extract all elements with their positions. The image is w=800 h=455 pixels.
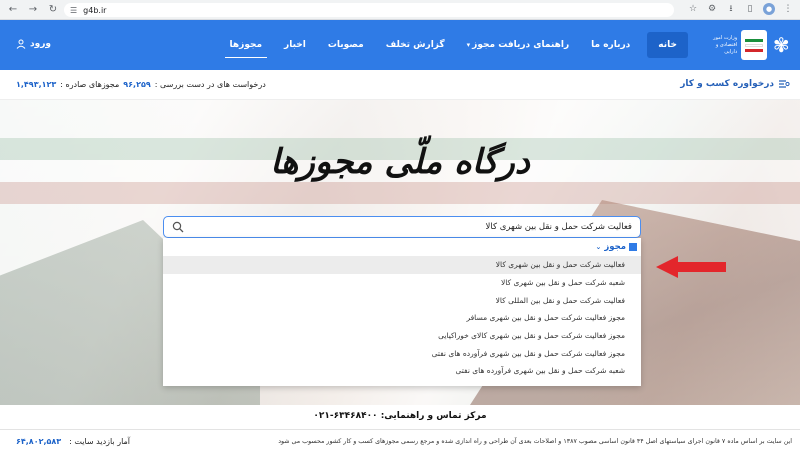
emblem-icon: ✾ <box>772 33 790 57</box>
nav-home[interactable]: خانه <box>647 32 688 58</box>
extension-icon[interactable]: ⚙ <box>706 3 718 15</box>
category-label: مجوز <box>604 242 626 252</box>
site-info-icon[interactable]: ☰ <box>70 6 77 15</box>
request-counts: درخواست های در دست بررسی : ۹۶,۲۵۹ مجوزها… <box>16 80 266 89</box>
back-icon[interactable]: ← <box>6 3 20 17</box>
download-icon[interactable]: ⭳ <box>725 3 737 15</box>
forward-icon[interactable]: → <box>26 3 40 17</box>
chevron-down-icon: ▾ <box>466 41 471 49</box>
stats-bar: درخواوره کسب و کار درخواست های در دست بر… <box>0 70 800 100</box>
url-text: g4b.ir <box>83 5 107 15</box>
reload-icon[interactable]: ↻ <box>46 3 60 17</box>
search-box <box>163 216 641 238</box>
dashboard-link[interactable]: درخواوره کسب و کار <box>680 79 790 89</box>
nav-menu: خانه درباره ما راهنمای دریافت مجوز ▾ گزار… <box>219 20 688 70</box>
nav-news[interactable]: اخبار <box>273 20 317 70</box>
search-input[interactable] <box>200 217 640 237</box>
login-label: ورود <box>30 39 51 49</box>
nav-guide-label: راهنمای دریافت مجوز <box>472 40 570 50</box>
browser-toolbar: ← → ↻ ☰ g4b.ir ☆ ⚙ ⭳ ▯ ● ⋮ <box>0 0 800 20</box>
suggestion-item[interactable]: مجوز فعالیت شرکت حمل و نقل بین شهری مساف… <box>163 309 641 327</box>
suggestion-item[interactable]: شعبه شرکت حمل و نقل بین شهری فرآورده های… <box>163 362 641 380</box>
suggestion-category: مجوز ⌄ <box>163 238 641 256</box>
chevron-down-icon: ⌄ <box>595 243 602 251</box>
nav-licenses[interactable]: مجوزها <box>219 20 274 70</box>
site-logo[interactable]: ✾ وزارت امور اقتصادی و دارایی <box>704 26 792 64</box>
suggestion-item[interactable]: مجوز فعالیت شرکت حمل و نقل بین شهری فرآو… <box>163 344 641 362</box>
logo-caption: وزارت امور اقتصادی و دارایی <box>713 34 738 55</box>
legal-notice: این سایت بر اساس ماده ۷ قانون اجرای سیاس… <box>278 438 792 445</box>
dashboard-icon <box>779 80 790 88</box>
login-button[interactable]: ورود <box>16 39 51 49</box>
nav-guide[interactable]: راهنمای دریافت مجوز ▾ <box>456 20 581 70</box>
contact-label: مرکز تماس و راهنمایی: <box>380 411 487 421</box>
sidebar-icon[interactable]: ▯ <box>744 3 756 15</box>
nav-resolutions[interactable]: مصوبات <box>317 20 375 70</box>
visits-value: ۶۴,۸۰۲,۵۸۳ <box>16 437 62 446</box>
nav-about[interactable]: درباره ما <box>580 20 641 70</box>
search-icon[interactable] <box>172 221 184 233</box>
visit-stats: آمار بازدید سایت : ۶۴,۸۰۲,۵۸۳ <box>16 437 130 446</box>
contact-phone[interactable]: ۰۲۱-۶۳۴۶۸۴۰۰ <box>313 411 377 421</box>
pending-label: درخواست های در دست بررسی : <box>154 80 266 89</box>
issued-label: مجوزهای صادره : <box>60 80 120 89</box>
user-icon <box>16 39 26 49</box>
profile-avatar[interactable]: ● <box>763 3 775 15</box>
category-square-icon <box>629 243 637 251</box>
suggestion-item[interactable]: فعالیت شرکت حمل و نقل بین المللی کالا <box>163 291 641 309</box>
footer: این سایت بر اساس ماده ۷ قانون اجرای سیاس… <box>0 429 800 455</box>
ministry-logo <box>741 30 767 60</box>
more-icon[interactable]: ⋮ <box>782 3 794 15</box>
main-navbar: ✾ وزارت امور اقتصادی و دارایی خانه دربار… <box>0 20 800 70</box>
dashboard-link-label: درخواوره کسب و کار <box>680 79 774 89</box>
suggestion-item[interactable]: مجوز فعالیت شرکت حمل و نقل بین شهری کالا… <box>163 327 641 345</box>
annotation-arrow-icon <box>656 256 726 278</box>
star-icon[interactable]: ☆ <box>687 3 699 15</box>
visits-label: آمار بازدید سایت : <box>69 437 131 446</box>
suggestion-item[interactable]: شعبه شرکت حمل و نقل بین شهری کالا <box>163 274 641 292</box>
issued-value: ۱,۴۹۳,۱۲۳ <box>16 80 57 89</box>
address-bar[interactable]: ☰ g4b.ir <box>64 3 674 17</box>
flag-stripe-red <box>0 182 800 204</box>
contact-center: مرکز تماس و راهنمایی: ۰۲۱-۶۳۴۶۸۴۰۰ <box>0 405 800 429</box>
nav-report[interactable]: گزارش تخلف <box>375 20 456 70</box>
pending-value: ۹۶,۲۵۹ <box>123 80 151 89</box>
suggestion-item[interactable]: فعالیت شرکت حمل و نقل بین شهری کالا <box>163 256 641 274</box>
search-suggestions: مجوز ⌄ فعالیت شرکت حمل و نقل بین شهری کا… <box>163 238 641 386</box>
portal-brand-title: درگاه ملّی مجوزها <box>270 142 530 182</box>
